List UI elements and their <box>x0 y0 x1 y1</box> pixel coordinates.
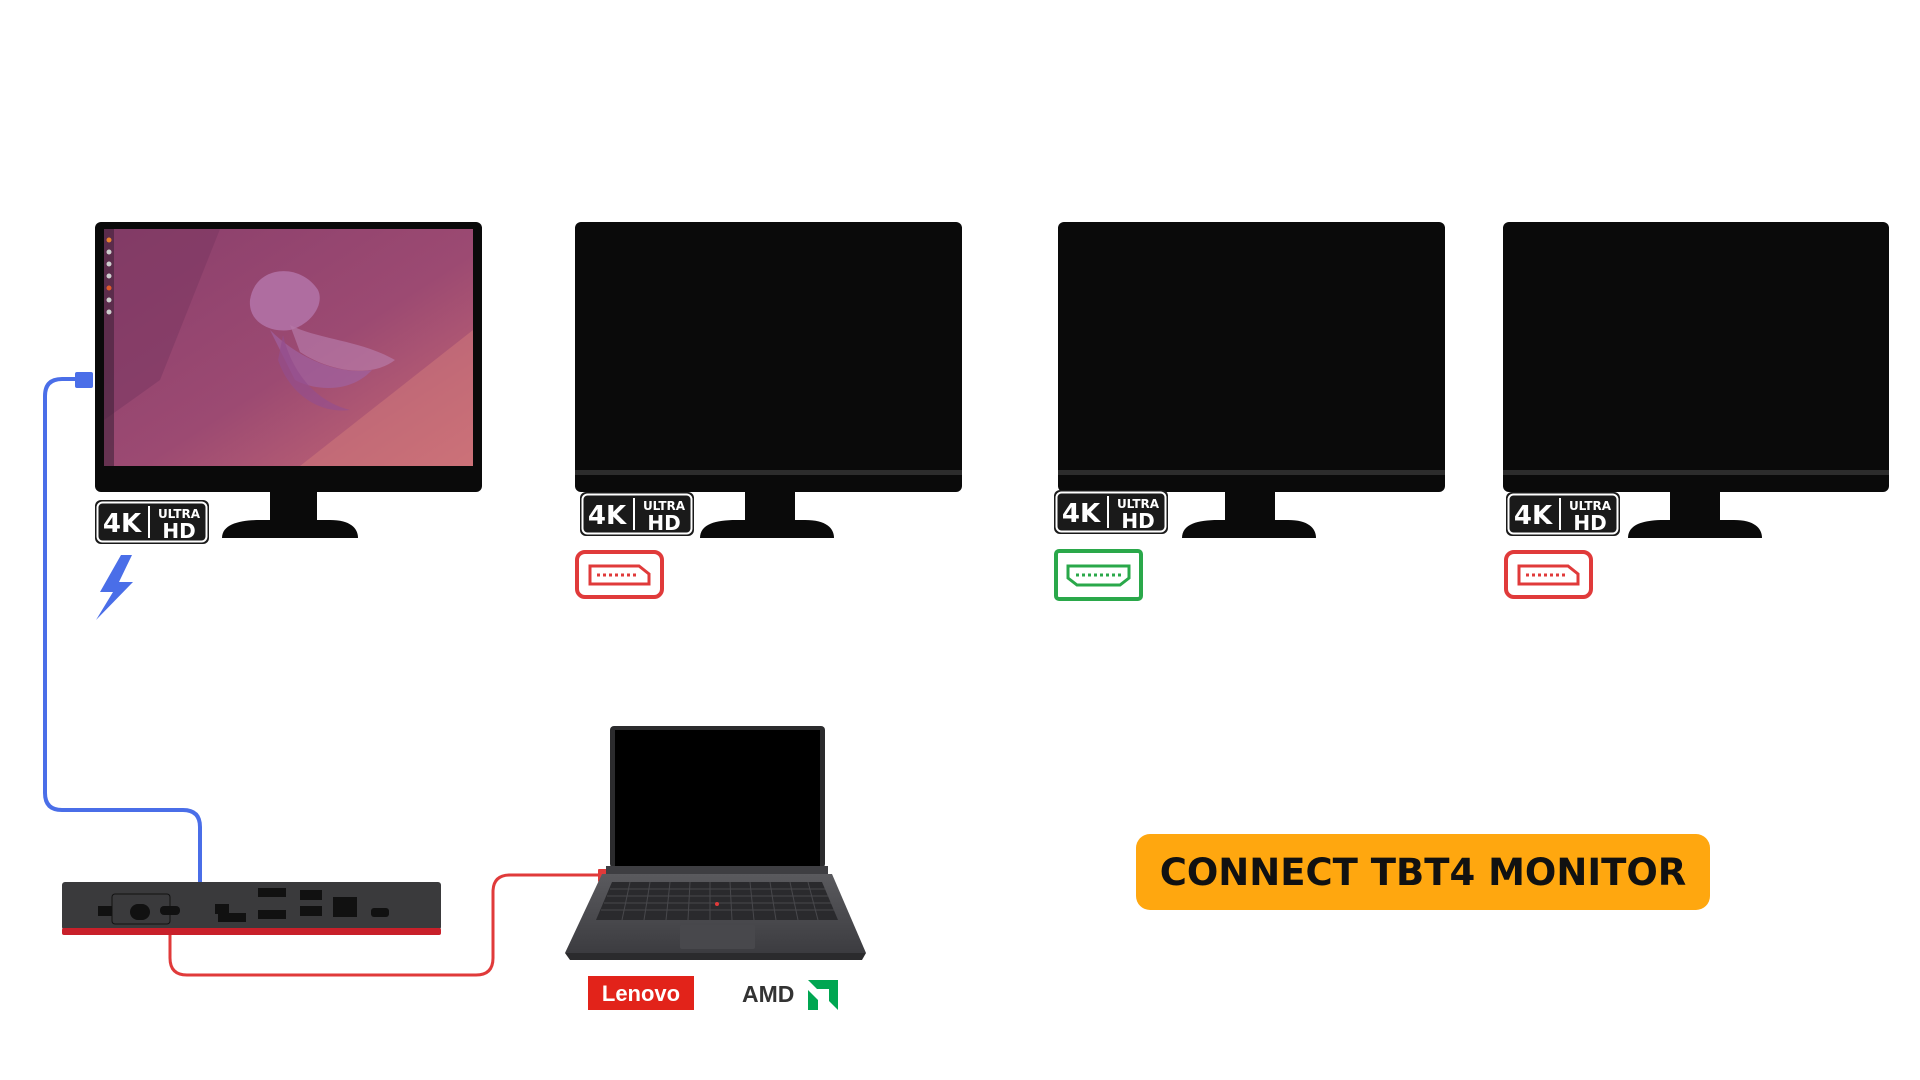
amd-logo: AMD <box>742 980 838 1010</box>
4k-ultra-hd-badge: 4K ULTRA HD <box>1506 492 1620 536</box>
cta-banner: CONNECT TBT4 MONITOR <box>1136 834 1710 910</box>
4k-ultra-hd-badge: 4K ULTRA HD <box>1054 490 1168 534</box>
amd-logo-text: AMD <box>742 981 794 1007</box>
displayport-icon <box>575 550 664 599</box>
thunderbolt-cable-connector <box>75 372 93 388</box>
thunderbolt-icon <box>96 555 133 620</box>
badge-4k-text: 4K <box>588 501 627 531</box>
amd-arrow-icon <box>808 980 838 1010</box>
badge-hd-text: HD <box>1573 511 1606 535</box>
4k-ultra-hd-badge: 4K ULTRA HD <box>95 500 209 544</box>
4k-ultra-hd-badge: 4K ULTRA HD <box>580 492 694 536</box>
badge-4k-text: 4K <box>1062 499 1101 529</box>
laptop <box>565 726 866 960</box>
displayport-icon <box>1504 550 1593 599</box>
lenovo-logo-text: Lenovo <box>602 981 680 1006</box>
lenovo-logo: Lenovo <box>588 976 694 1010</box>
badge-hd-text: HD <box>162 519 195 543</box>
docking-station <box>62 882 441 935</box>
hdmi-icon <box>1054 549 1143 601</box>
badge-hd-text: HD <box>1121 509 1154 533</box>
cta-label: CONNECT TBT4 MONITOR <box>1160 851 1687 894</box>
monitor-1 <box>95 222 482 538</box>
monitor-2 <box>575 222 962 538</box>
badge-4k-text: 4K <box>103 509 142 539</box>
badge-4k-text: 4K <box>1514 501 1553 531</box>
docking-diagram: 4K ULTRA HD 4K ULTRA HD 4K ULTRA HD 4K U… <box>43 222 1889 1010</box>
badge-hd-text: HD <box>647 511 680 535</box>
monitor-4 <box>1503 222 1889 538</box>
